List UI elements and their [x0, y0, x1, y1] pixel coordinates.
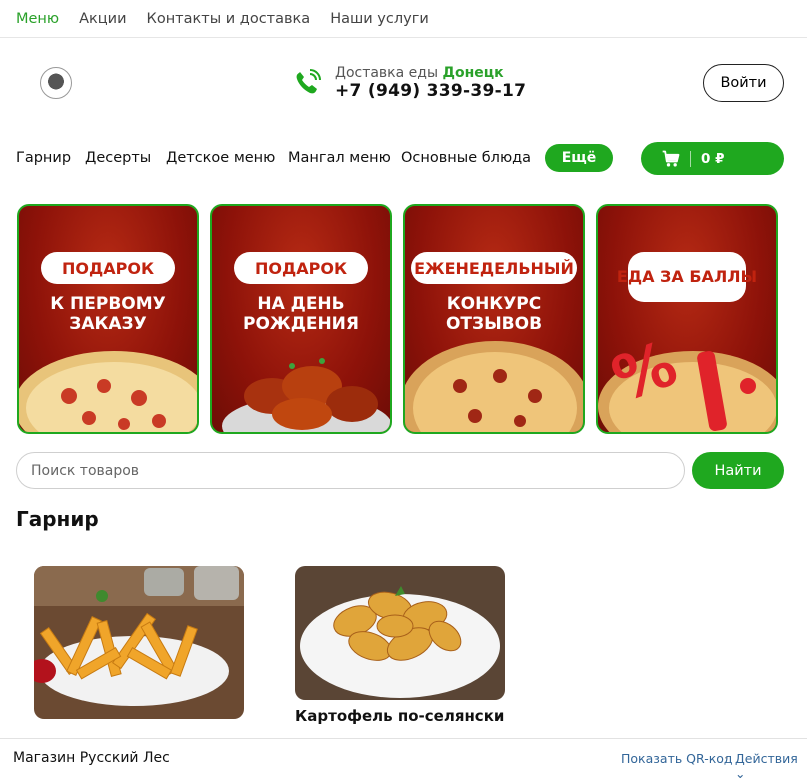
login-button[interactable]: Войти: [703, 64, 784, 102]
promo-pill: ЕДА ЗА БАЛЛЫ: [617, 252, 757, 302]
product-image-potatoes[interactable]: [295, 566, 505, 700]
delivery-label: Доставка еды Донецк: [335, 65, 504, 81]
category-grill-menu[interactable]: Мангал меню: [288, 150, 391, 166]
cart-button[interactable]: 0 ₽: [641, 142, 784, 175]
product-name[interactable]: Картофель по-селянски: [295, 707, 504, 725]
phone-icon: [296, 69, 321, 94]
product-image-fries[interactable]: [34, 566, 244, 719]
top-nav-promotions[interactable]: Акции: [79, 11, 126, 27]
pizza-image: [405, 341, 583, 432]
category-kids-menu[interactable]: Детское меню: [166, 150, 275, 166]
section-title: Гарнир: [16, 507, 99, 531]
top-nav-menu[interactable]: Меню: [16, 11, 59, 27]
footer-separator: ·: [724, 750, 728, 765]
promo-first-order[interactable]: ПОДАРОК К ПЕРВОМУ ЗАКАЗУ: [17, 204, 199, 434]
fries-image: [34, 566, 244, 719]
more-categories-button[interactable]: Ещё: [545, 144, 613, 172]
delivery-text: Доставка еды: [335, 65, 439, 81]
category-desserts[interactable]: Десерты: [85, 150, 151, 166]
city-link[interactable]: Донецк: [442, 65, 503, 81]
potatoes-image: [295, 566, 505, 700]
top-nav-contacts[interactable]: Контакты и доставка: [147, 11, 311, 27]
category-garnish[interactable]: Гарнир: [16, 150, 71, 166]
category-main-dishes[interactable]: Основные блюда: [401, 150, 531, 166]
cart-separator: [690, 150, 691, 167]
pizza-image: [19, 351, 197, 432]
actions-menu[interactable]: Действия ⌄: [735, 751, 807, 778]
search-button[interactable]: Найти: [692, 452, 784, 489]
pizza-percent-image: %: [598, 326, 776, 432]
promo-pill: ЕЖЕНЕДЕЛЬНЫЙ: [411, 252, 577, 284]
shop-name: Магазин Русский Лес: [13, 750, 170, 766]
top-nav-services[interactable]: Наши услуги: [330, 11, 429, 27]
promo-pill: ПОДАРОК: [41, 252, 175, 284]
phone-number[interactable]: +7 (949) 339-39-17: [335, 81, 526, 101]
promo-food-for-points[interactable]: ЕДА ЗА БАЛЛЫ %: [596, 204, 778, 434]
wings-image: [222, 358, 390, 432]
footer-bar: Магазин Русский Лес Показать QR-код · Де…: [0, 738, 807, 778]
cart-amount: 0 ₽: [701, 150, 725, 167]
cart-icon: [662, 150, 680, 166]
site-header: Доставка еды Донецк +7 (949) 339-39-17 В…: [0, 38, 807, 128]
promo-pill: ПОДАРОК: [234, 252, 368, 284]
top-nav: Меню Акции Контакты и доставка Наши услу…: [0, 0, 807, 38]
search-input[interactable]: [16, 452, 685, 489]
restaurant-logo[interactable]: [40, 67, 72, 99]
promo-birthday[interactable]: ПОДАРОК НА ДЕНЬ РОЖДЕНИЯ: [210, 204, 392, 434]
show-qr-link[interactable]: Показать QR-код: [621, 751, 733, 766]
promo-weekly-contest[interactable]: ЕЖЕНЕДЕЛЬНЫЙ КОНКУРС ОТЗЫВОВ: [403, 204, 585, 434]
category-nav: Гарнир Десерты Детское меню Мангал меню …: [0, 140, 807, 178]
